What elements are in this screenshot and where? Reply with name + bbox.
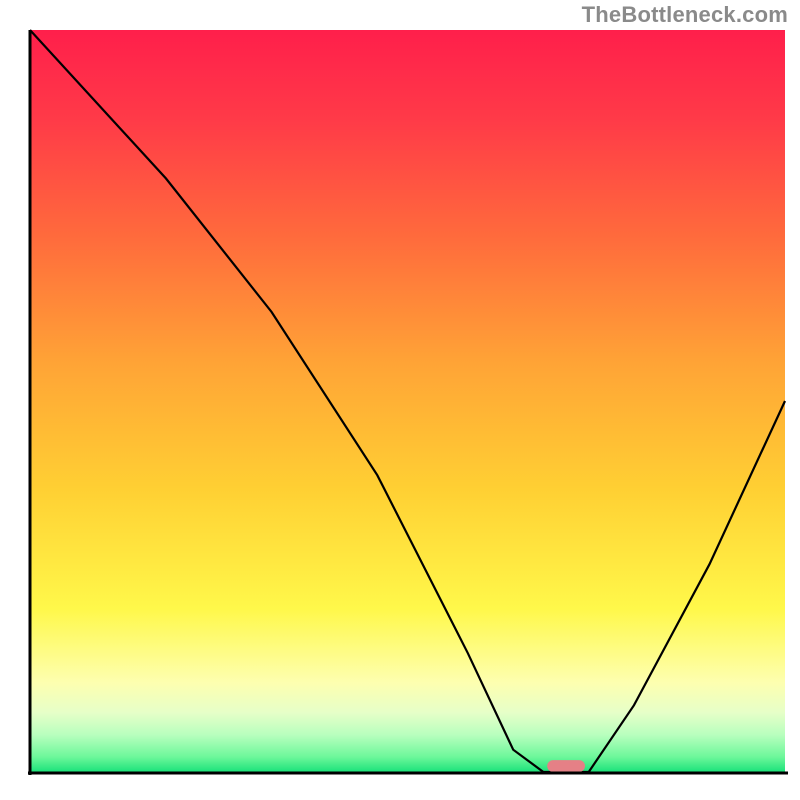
plot-area [30,30,785,772]
optimum-marker [547,760,585,772]
watermark-text: TheBottleneck.com [582,2,788,28]
bottleneck-chart [0,0,800,800]
chart-container: TheBottleneck.com [0,0,800,800]
gradient-background [30,30,785,772]
